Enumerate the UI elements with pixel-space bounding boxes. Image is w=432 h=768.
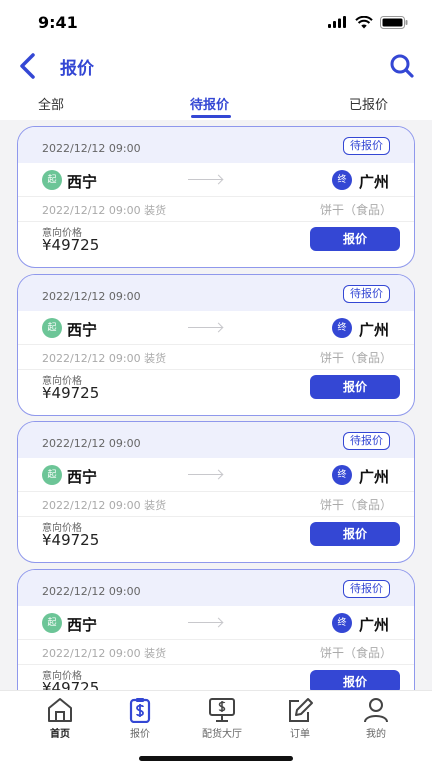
end-city: 广州: [359, 321, 390, 339]
load-time: 2022/12/12 09:00 装货: [42, 352, 167, 365]
card-date: 2022/12/12 09:00: [42, 437, 141, 450]
status-badge: 待报价: [343, 137, 390, 155]
load-time: 2022/12/12 09:00 装货: [42, 204, 167, 217]
load-row: 2022/12/12 09:00 装货 饼干（食品）: [18, 640, 414, 665]
load-row: 2022/12/12 09:00 装货 饼干（食品）: [18, 492, 414, 517]
home-indicator: [139, 756, 293, 761]
price-value: ¥49725: [42, 531, 100, 549]
route-row: 起 西宁 终 广州: [18, 163, 414, 197]
tabbar-quote[interactable]: 报价: [108, 697, 172, 741]
status-badge: 待报价: [343, 285, 390, 303]
battery-icon: [380, 15, 408, 29]
quote-button[interactable]: 报价: [310, 375, 400, 399]
card-header: 2022/12/12 09:00 待报价: [18, 275, 414, 311]
card-header: 2022/12/12 09:00 待报价: [18, 127, 414, 163]
end-dot: 终: [332, 170, 352, 190]
tab-all[interactable]: 全部: [38, 94, 64, 113]
price-value: ¥49725: [42, 236, 100, 254]
end-city: 广州: [359, 616, 390, 634]
tabbar-quote-label: 报价: [130, 729, 150, 740]
arrow-right-icon: [188, 179, 222, 180]
back-button[interactable]: [12, 51, 42, 81]
page-title: 报价: [60, 59, 94, 79]
nav-bar: 报价: [0, 44, 432, 90]
tabbar-home-label: 首页: [50, 729, 70, 740]
quote-card[interactable]: 2022/12/12 09:00 待报价 起 西宁 终 广州 2022/12/1…: [17, 274, 415, 416]
tabbar-home[interactable]: 首页: [28, 697, 92, 741]
end-dot: 终: [332, 318, 352, 338]
load-row: 2022/12/12 09:00 装货 饼干（食品）: [18, 345, 414, 370]
route-row: 起 西宁 终 广州: [18, 606, 414, 640]
quote-icon: [129, 698, 151, 723]
end-dot: 终: [332, 613, 352, 633]
start-city: 西宁: [67, 616, 98, 634]
load-time: 2022/12/12 09:00 装货: [42, 499, 167, 512]
load-row: 2022/12/12 09:00 装货 饼干（食品）: [18, 197, 414, 222]
search-icon: [390, 54, 414, 78]
start-city: 西宁: [67, 468, 98, 486]
quote-card[interactable]: 2022/12/12 09:00 待报价 起 西宁 终 广州 2022/12/1…: [17, 126, 415, 268]
tabbar-orders-label: 订单: [290, 729, 310, 740]
quote-button[interactable]: 报价: [310, 670, 400, 690]
start-dot: 起: [42, 613, 62, 633]
card-header: 2022/12/12 09:00 待报价: [18, 422, 414, 458]
card-date: 2022/12/12 09:00: [42, 142, 141, 155]
tabbar-hall[interactable]: 配货大厅: [190, 697, 254, 741]
card-date: 2022/12/12 09:00: [42, 585, 141, 598]
search-button[interactable]: [386, 50, 418, 82]
home-icon: [48, 698, 72, 722]
card-date: 2022/12/12 09:00: [42, 290, 141, 303]
quote-list[interactable]: 2022/12/12 09:00 待报价 起 西宁 终 广州 2022/12/1…: [0, 120, 432, 690]
tabbar-orders[interactable]: 订单: [268, 697, 332, 741]
start-dot: 起: [42, 170, 62, 190]
price-value: ¥49725: [42, 384, 100, 402]
status-badge: 待报价: [343, 432, 390, 450]
tab-underline: [191, 115, 231, 118]
tab-quoted[interactable]: 已报价: [349, 94, 388, 113]
quote-button[interactable]: 报价: [310, 522, 400, 546]
profile-icon: [364, 698, 388, 723]
order-icon: [289, 698, 313, 722]
load-time: 2022/12/12 09:00 装货: [42, 647, 167, 660]
arrow-right-icon: [188, 327, 222, 328]
status-bar: 9:41: [0, 0, 432, 44]
route-row: 起 西宁 终 广州: [18, 311, 414, 345]
start-dot: 起: [42, 465, 62, 485]
card-header: 2022/12/12 09:00 待报价: [18, 570, 414, 606]
tabbar-profile-label: 我的: [366, 729, 386, 740]
start-city: 西宁: [67, 321, 98, 339]
tab-pending[interactable]: 待报价: [190, 94, 229, 113]
wifi-icon: [355, 15, 373, 28]
arrow-right-icon: [188, 474, 222, 475]
quote-card[interactable]: 2022/12/12 09:00 待报价 起 西宁 终 广州 2022/12/1…: [17, 421, 415, 563]
status-badge: 待报价: [343, 580, 390, 598]
hall-icon: [209, 698, 235, 722]
quote-card[interactable]: 2022/12/12 09:00 待报价 起 西宁 终 广州 2022/12/1…: [17, 569, 415, 690]
start-city: 西宁: [67, 173, 98, 191]
start-dot: 起: [42, 318, 62, 338]
tabbar-hall-label: 配货大厅: [202, 729, 242, 740]
arrow-right-icon: [188, 622, 222, 623]
end-dot: 终: [332, 465, 352, 485]
end-city: 广州: [359, 468, 390, 486]
price-value: ¥49725: [42, 679, 100, 690]
tab-strip: 全部 待报价 已报价: [0, 90, 432, 120]
tabbar-profile[interactable]: 我的: [344, 697, 408, 741]
goods-type: 饼干（食品）: [319, 203, 392, 217]
goods-type: 饼干（食品）: [319, 646, 392, 660]
route-row: 起 西宁 终 广州: [18, 458, 414, 492]
goods-type: 饼干（食品）: [319, 351, 392, 365]
quote-button[interactable]: 报价: [310, 227, 400, 251]
signal-icon: [328, 16, 346, 28]
end-city: 广州: [359, 173, 390, 191]
status-icons: [328, 15, 408, 29]
chevron-left-icon: [20, 53, 35, 79]
status-time: 9:41: [38, 12, 78, 32]
goods-type: 饼干（食品）: [319, 498, 392, 512]
